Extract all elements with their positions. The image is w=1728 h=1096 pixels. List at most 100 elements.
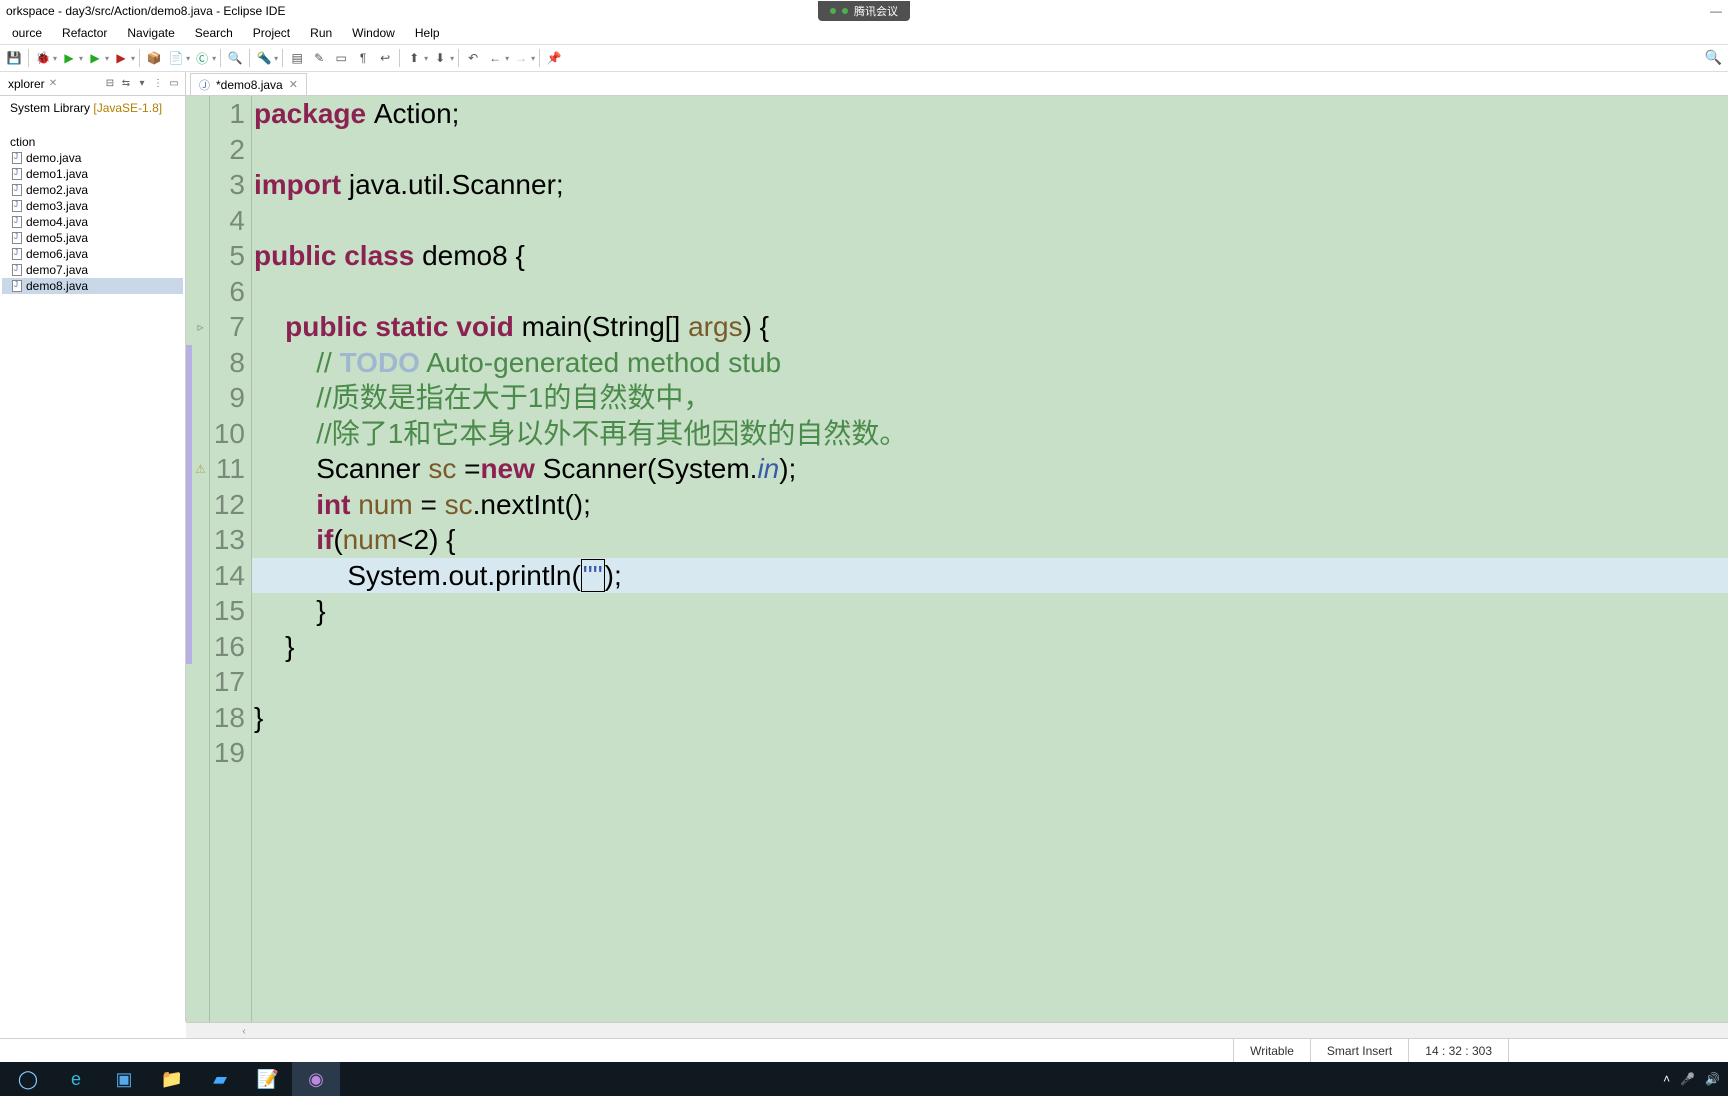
- search-button[interactable]: 🔦: [254, 48, 274, 68]
- meeting-badge[interactable]: 腾讯会议: [818, 1, 910, 21]
- window-controls: —: [1710, 4, 1722, 18]
- quick-access-icon[interactable]: 🔍: [1705, 49, 1722, 66]
- task-eclipse[interactable]: ◉: [292, 1062, 340, 1096]
- collapse-all-icon[interactable]: ⊟: [103, 77, 117, 91]
- java-file-icon: [12, 200, 22, 212]
- code-content[interactable]: package Action;import java.util.Scanner;…: [252, 96, 1728, 1022]
- editor-tab-label: *demo8.java: [216, 78, 283, 92]
- close-icon[interactable]: ✕: [49, 78, 57, 89]
- file-demo-java[interactable]: demo.java: [2, 150, 183, 166]
- menu-search[interactable]: Search: [187, 24, 241, 42]
- file-label: demo8.java: [26, 279, 88, 293]
- status-cursor-pos: 14 : 32 : 303: [1408, 1039, 1508, 1062]
- coverage-button[interactable]: ▶: [85, 48, 105, 68]
- task-powershell[interactable]: ▣: [100, 1062, 148, 1096]
- system-tray[interactable]: ˄ 🎤 🔊: [1663, 1072, 1720, 1086]
- task-cortana[interactable]: ◯: [4, 1062, 52, 1096]
- jre-library-node[interactable]: System Library [JavaSE-1.8]: [2, 100, 183, 116]
- task-explorer[interactable]: 📁: [148, 1062, 196, 1096]
- file-label: demo5.java: [26, 231, 88, 245]
- java-file-icon: [12, 280, 22, 292]
- close-icon[interactable]: ✕: [289, 78, 298, 91]
- file-demo7-java[interactable]: demo7.java: [2, 262, 183, 278]
- tray-overflow-icon[interactable]: ˄: [1663, 1072, 1670, 1086]
- menu-refactor[interactable]: Refactor: [54, 24, 115, 42]
- save-button[interactable]: 💾: [4, 48, 24, 68]
- last-edit-button[interactable]: ↶: [463, 48, 483, 68]
- code-editor[interactable]: ▹⚠ 12345678910111213141516171819 package…: [186, 96, 1728, 1022]
- file-demo3-java[interactable]: demo3.java: [2, 198, 183, 214]
- open-type-button[interactable]: 🔍: [225, 48, 245, 68]
- menu-source[interactable]: ource: [4, 24, 50, 42]
- package-explorer: xplorer ✕ ⊟ ⇆ ▾ ⋮ ▭ System Library [Java…: [0, 72, 186, 1022]
- file-demo6-java[interactable]: demo6.java: [2, 246, 183, 262]
- new-type-button[interactable]: 📄: [166, 48, 186, 68]
- debug-button[interactable]: 🐞: [33, 48, 53, 68]
- minimize-view-icon[interactable]: ▭: [167, 77, 181, 91]
- ext-tools-button[interactable]: ▶: [111, 48, 131, 68]
- editor-tab-bar: Ⓙ *demo8.java ✕: [186, 72, 1728, 96]
- title-bar: orkspace - day3/src/Action/demo8.java - …: [0, 0, 1728, 22]
- pin-editor-button[interactable]: 📌: [544, 48, 564, 68]
- status-dot-icon: [842, 8, 848, 14]
- task-notepad[interactable]: 📝: [244, 1062, 292, 1096]
- tray-volume-icon[interactable]: 🔊: [1705, 1072, 1720, 1086]
- toggle-breadcrumb-button[interactable]: ▤: [287, 48, 307, 68]
- menu-bar: ource Refactor Navigate Search Project R…: [0, 22, 1728, 44]
- file-label: demo2.java: [26, 183, 88, 197]
- file-demo8-java[interactable]: demo8.java: [2, 278, 183, 294]
- status-bar: Writable Smart Insert 14 : 32 : 303: [0, 1038, 1728, 1062]
- annotation-next-button[interactable]: ⬇: [430, 48, 450, 68]
- view-menu-icon[interactable]: ⋮: [151, 77, 165, 91]
- editor-hscroll[interactable]: ‹: [186, 1022, 1728, 1038]
- package-node[interactable]: ction: [2, 134, 183, 150]
- line-gutter[interactable]: 12345678910111213141516171819: [210, 96, 252, 1022]
- editor-area: Ⓙ *demo8.java ✕ ▹⚠ 123456789101112131415…: [186, 72, 1728, 1022]
- windows-taskbar: ◯ e ▣ 📁 ▰ 📝 ◉ ˄ 🎤 🔊: [0, 1062, 1728, 1096]
- show-whitespace-button[interactable]: ¶: [353, 48, 373, 68]
- new-package-button[interactable]: 📦: [144, 48, 164, 68]
- explorer-tab-bar: xplorer ✕ ⊟ ⇆ ▾ ⋮ ▭: [0, 72, 185, 96]
- java-file-icon: [12, 264, 22, 276]
- filter-icon[interactable]: ▾: [135, 77, 149, 91]
- main-area: xplorer ✕ ⊟ ⇆ ▾ ⋮ ▭ System Library [Java…: [0, 72, 1728, 1022]
- run-button[interactable]: ▶: [59, 48, 79, 68]
- menu-project[interactable]: Project: [245, 24, 298, 42]
- minimize-button[interactable]: —: [1710, 4, 1722, 18]
- menu-window[interactable]: Window: [344, 24, 403, 42]
- file-demo4-java[interactable]: demo4.java: [2, 214, 183, 230]
- tray-mic-icon[interactable]: 🎤: [1680, 1072, 1695, 1086]
- meeting-label: 腾讯会议: [854, 3, 898, 19]
- explorer-tab-label: xplorer: [8, 77, 45, 91]
- scroll-left-icon[interactable]: ‹: [236, 1023, 252, 1039]
- task-meeting[interactable]: ▰: [196, 1062, 244, 1096]
- link-editor-icon[interactable]: ⇆: [119, 77, 133, 91]
- back-button[interactable]: ←: [485, 48, 505, 68]
- menu-run[interactable]: Run: [302, 24, 340, 42]
- word-wrap-button[interactable]: ↩: [375, 48, 395, 68]
- mark-occurrences-button[interactable]: ✎: [309, 48, 329, 68]
- status-writable: Writable: [1233, 1039, 1310, 1062]
- menu-help[interactable]: Help: [407, 24, 448, 42]
- window-title: orkspace - day3/src/Action/demo8.java - …: [6, 4, 285, 18]
- file-label: demo.java: [26, 151, 81, 165]
- explorer-tree[interactable]: System Library [JavaSE-1.8] ction demo.j…: [0, 96, 185, 1022]
- file-label: demo6.java: [26, 247, 88, 261]
- file-demo2-java[interactable]: demo2.java: [2, 182, 183, 198]
- file-label: demo7.java: [26, 263, 88, 277]
- library-label: System Library: [10, 101, 90, 115]
- java-file-icon: Ⓙ: [199, 77, 210, 93]
- forward-button[interactable]: →: [511, 48, 531, 68]
- task-edge[interactable]: e: [52, 1062, 100, 1096]
- menu-navigate[interactable]: Navigate: [119, 24, 182, 42]
- annotation-prev-button[interactable]: ⬆: [404, 48, 424, 68]
- status-insert-mode: Smart Insert: [1310, 1039, 1408, 1062]
- file-demo5-java[interactable]: demo5.java: [2, 230, 183, 246]
- file-label: demo4.java: [26, 215, 88, 229]
- new-class-button[interactable]: Ⓒ: [192, 48, 212, 68]
- editor-tab[interactable]: Ⓙ *demo8.java ✕: [190, 73, 307, 95]
- file-label: demo3.java: [26, 199, 88, 213]
- block-select-button[interactable]: ▭: [331, 48, 351, 68]
- file-demo1-java[interactable]: demo1.java: [2, 166, 183, 182]
- explorer-tab[interactable]: xplorer ✕: [4, 75, 61, 93]
